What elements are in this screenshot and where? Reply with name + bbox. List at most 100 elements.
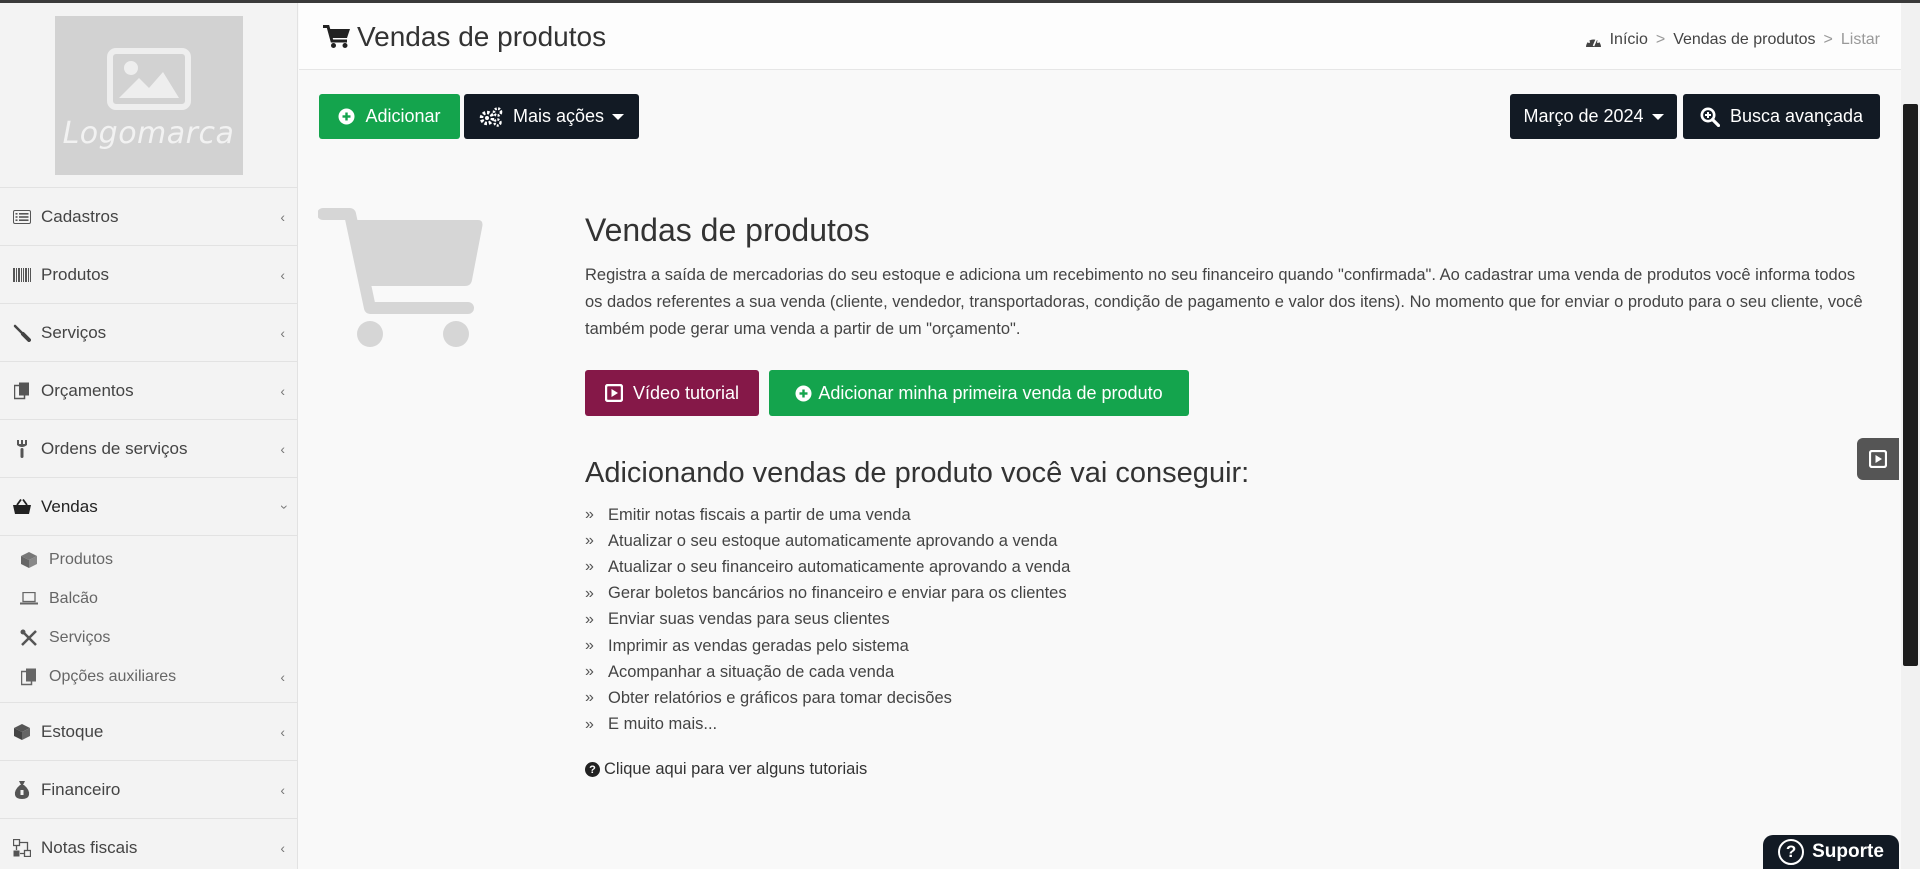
double-chevron-right-icon: » — [585, 637, 594, 655]
tools-icon — [20, 629, 38, 647]
chevron-left-icon: ‹ — [280, 440, 285, 457]
double-chevron-right-icon: » — [585, 558, 594, 576]
sidebar-item-label: Cadastros — [41, 206, 119, 226]
tutorials-link[interactable]: ? Clique aqui para ver alguns tutoriais — [585, 760, 867, 779]
caret-down-icon — [1651, 113, 1664, 120]
video-tutorial-label: Vídeo tutorial — [632, 382, 740, 403]
feature-text: Gerar boletos bancários no financeiro e … — [608, 584, 1067, 603]
double-chevron-right-icon: » — [585, 506, 594, 524]
chevron-left-icon: ‹ — [280, 208, 285, 225]
logo-text: Logomarca — [62, 116, 235, 151]
gears-icon — [479, 106, 503, 127]
double-chevron-right-icon: » — [585, 663, 594, 681]
page-title: Vendas de produtos — [323, 21, 606, 53]
list-item: » E muito mais... — [585, 712, 1070, 738]
add-button-label: Adicionar — [365, 106, 441, 126]
double-chevron-right-icon: » — [585, 689, 594, 707]
feature-text: E muito mais... — [608, 715, 718, 734]
double-chevron-right-icon: » — [585, 584, 594, 602]
tutorials-link-text: Clique aqui para ver alguns tutoriais — [604, 760, 868, 778]
cube-icon — [20, 551, 38, 569]
sidebar-item-orcamentos[interactable]: Orçamentos ‹ — [0, 362, 297, 420]
chevron-left-icon: ‹ — [280, 839, 285, 856]
sidebar-item-label: Notas fiscais — [41, 837, 138, 857]
feature-text: Obter relatórios e gráficos para tomar d… — [608, 688, 952, 707]
logo-placeholder[interactable]: Logomarca — [54, 16, 243, 175]
breadcrumb-separator: > — [1655, 31, 1666, 48]
logo-area: Logomarca — [0, 3, 297, 188]
barcode-icon — [12, 265, 32, 285]
sidebar-item-label: Estoque — [41, 721, 104, 741]
image-icon — [106, 48, 191, 110]
sidebar-item-cadastros[interactable]: Cadastros ‹ — [0, 188, 297, 246]
sidebar-item-label: Vendas — [41, 496, 98, 516]
sidebar-subitem-label: Opções auxiliares — [49, 667, 177, 685]
chevron-left-icon: ‹ — [280, 382, 285, 399]
scrollbar-thumb[interactable] — [1903, 104, 1918, 666]
search-plus-icon — [1700, 107, 1720, 127]
feature-text: Imprimir as vendas geradas pelo sistema — [608, 636, 909, 655]
sidebar-item-label: Orçamentos — [41, 380, 134, 400]
list-icon — [12, 207, 32, 227]
plus-circle-icon — [795, 385, 812, 401]
features-list: » Emitir notas fiscais a partir de uma ve… — [585, 502, 1070, 738]
chevron-left-icon: ‹ — [280, 723, 285, 740]
add-button[interactable]: Adicionar — [319, 94, 460, 139]
add-first-sale-button[interactable]: Adicionar minha primeira venda de produt… — [769, 370, 1189, 416]
sidebar-subitem-servicos[interactable]: Serviços — [0, 618, 297, 657]
feature-text: Enviar suas vendas para seus clientes — [608, 610, 890, 629]
video-tutorial-button[interactable]: Vídeo tutorial — [585, 370, 759, 416]
breadcrumb-vendas[interactable]: Vendas de produtos — [1673, 31, 1815, 49]
feature-text: Acompanhar a situação de cada venda — [608, 662, 895, 681]
page-header: Vendas de produtos Início > Vendas de pr… — [299, 3, 1901, 70]
breadcrumb: Início > Vendas de produtos > Listar — [1585, 31, 1880, 49]
chevron-left-icon: ‹ — [280, 324, 285, 341]
sidebar-subitem-balcao[interactable]: Balcão — [0, 579, 297, 618]
sidebar-item-servicos[interactable]: Serviços ‹ — [0, 304, 297, 362]
question-circle-icon: ? — [1778, 839, 1805, 865]
sidebar-item-notas-fiscais[interactable]: Notas fiscais ‹ — [0, 819, 297, 869]
caret-down-icon — [612, 113, 625, 120]
sidebar-subitem-produtos[interactable]: Produtos — [0, 540, 297, 579]
sidebar-subitem-label: Balcão — [49, 589, 98, 607]
shopping-cart-icon — [323, 25, 350, 48]
advanced-search-label: Busca avançada — [1729, 106, 1864, 126]
chevron-down-icon: ‹ — [274, 504, 291, 509]
sidebar-item-ordens-servicos[interactable]: Ordens de serviços ‹ — [0, 420, 297, 478]
sidebar-item-estoque[interactable]: Estoque ‹ — [0, 703, 297, 761]
vendas-submenu: Produtos Balcão Serviços Opções auxiliar… — [0, 536, 297, 703]
sidebar-item-produtos[interactable]: Produtos ‹ — [0, 246, 297, 304]
double-chevron-right-icon: » — [585, 610, 594, 628]
empty-state-description: Registra a saída de mercadorias do seu e… — [585, 266, 1863, 338]
features-title: Adicionando vendas de produto você vai c… — [585, 457, 1250, 489]
sidebar-subitem-opcoes-auxiliares[interactable]: Opções auxiliares ‹ — [0, 657, 297, 696]
support-button[interactable]: ? Suporte — [1763, 835, 1899, 869]
sidebar-item-label: Ordens de serviços — [41, 438, 188, 458]
sidebar-subitem-label: Serviços — [49, 628, 111, 646]
dashboard-icon — [1585, 36, 1601, 47]
cube-icon — [12, 722, 32, 742]
copy-icon — [12, 381, 32, 401]
more-actions-button[interactable]: Mais ações — [464, 94, 639, 139]
question-circle-icon: ? — [585, 762, 600, 777]
sidebar-item-vendas[interactable]: Vendas ‹ — [0, 478, 297, 536]
breadcrumb-inicio[interactable]: Início — [1610, 31, 1648, 49]
sidebar: Logomarca Cadastros ‹ Produtos ‹ Serviço… — [0, 3, 298, 869]
support-label: Suporte — [1812, 841, 1884, 862]
period-dropdown[interactable]: Março de 2024 — [1510, 94, 1677, 139]
sidebar-item-financeiro[interactable]: Financeiro ‹ — [0, 761, 297, 819]
page-title-text: Vendas de produtos — [357, 21, 607, 52]
video-side-tab[interactable] — [1857, 438, 1899, 480]
double-chevron-right-icon: » — [585, 532, 594, 550]
chevron-left-icon: ‹ — [280, 668, 285, 685]
plus-circle-icon — [338, 108, 355, 125]
advanced-search-button[interactable]: Busca avançada — [1683, 94, 1880, 139]
screwdriver-icon — [12, 323, 32, 343]
chevron-left-icon: ‹ — [280, 266, 285, 283]
copy-icon — [20, 668, 38, 686]
empty-state-title: Vendas de produtos — [585, 212, 870, 248]
period-label: Março de 2024 — [1523, 106, 1644, 126]
list-item: » Obter relatórios e gráficos para tomar … — [585, 685, 1070, 711]
basket-icon — [12, 497, 32, 517]
sidebar-item-label: Serviços — [41, 322, 107, 342]
